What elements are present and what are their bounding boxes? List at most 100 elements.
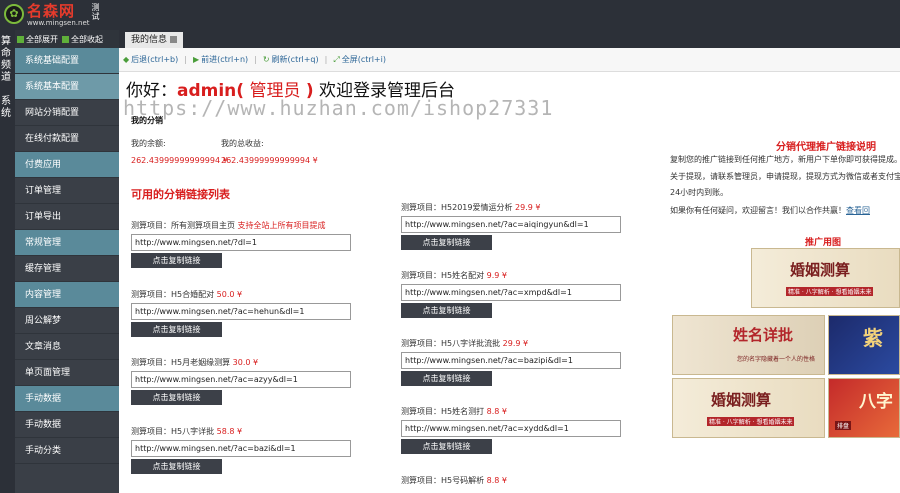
tab-bar: 我的信息 xyxy=(119,30,900,48)
channel-column: 算命频道 系统 xyxy=(0,30,15,493)
project-price: 8.8 ¥ xyxy=(486,476,508,485)
project-name: H5姓名配对 xyxy=(441,271,487,280)
sidebar-item-13[interactable]: 手动数据 xyxy=(15,386,119,412)
arrow-right-icon: ▶ xyxy=(192,55,200,64)
nav-toolbar: ◆ 后退(ctrl+b) | ▶ 前进(ctrl+n) | ↻ 刷新(ctrl+q) … xyxy=(119,48,900,72)
sidebar-item-4[interactable]: 付费应用 xyxy=(15,152,119,178)
project-label: 测算项目：H5号码解析 8.8 ¥ xyxy=(401,475,623,487)
project-item: 测算项目：H5姓名测打 8.8 ¥ http://www.mingsen.net/… xyxy=(401,406,623,454)
close-icon[interactable] xyxy=(170,36,178,43)
sidebar-item-3[interactable]: 在线付款配置 xyxy=(15,126,119,152)
sidebar-item-10[interactable]: 周公解梦 xyxy=(15,308,119,334)
sidebar-item-11[interactable]: 文章消息 xyxy=(15,334,119,360)
copy-link-button[interactable]: 点击复制链接 xyxy=(401,303,492,318)
project-label: 测算项目：H5姓名测打 8.8 ¥ xyxy=(401,406,623,418)
promo-line-1: 复制您的推广链接到任何推广地方，新用户下单你即可获得提成。 xyxy=(670,155,900,164)
balance-label: 我的余额: xyxy=(131,139,166,148)
tab-my-info[interactable]: 我的信息 xyxy=(125,32,184,48)
logo[interactable]: ✿ 名森网 www.mingsen.net 测试 xyxy=(4,3,102,29)
project-label: 测算项目：H5八字详批流批 29.9 ¥ xyxy=(401,338,623,350)
forward-button[interactable]: ▶ 前进(ctrl+n) xyxy=(193,54,248,65)
project-label: 测算项目：H52019爱情运分析 29.9 ¥ xyxy=(401,202,623,214)
project-url-field[interactable]: http://www.mingsen.net/?ac=xmpd&dl=1 xyxy=(401,284,621,301)
banner-1-title: 婚姻测算 xyxy=(790,261,851,279)
project-url-field[interactable]: http://www.mingsen.net/?ac=azyy&dl=1 xyxy=(131,371,351,388)
project-name: H5月老姻缘测算 xyxy=(171,358,233,367)
copy-link-button[interactable]: 点击复制链接 xyxy=(131,253,222,268)
banner-marriage-2[interactable]: 婚姻测算 精准 · 八字解析 · 想看婚姻未来 xyxy=(672,378,825,438)
project-label-prefix: 测算项目： xyxy=(131,221,171,230)
project-name: 所有测算项目主页 xyxy=(171,221,238,230)
project-label: 测算项目：H5月老姻缘测算 30.0 ¥ xyxy=(131,357,353,369)
channel-system[interactable]: 系统 xyxy=(1,96,14,120)
logo-text: 名森网 www.mingsen.net xyxy=(27,3,90,27)
project-item: 测算项目：H5月老姻缘测算 30.0 ¥ http://www.mingsen.n… xyxy=(131,357,353,405)
banner-name-analysis[interactable]: 姓名详批 您的名字隐藏着一个人的性格 xyxy=(672,315,825,375)
refresh-label: 刷新(ctrl+q) xyxy=(271,55,319,64)
banner-section-title: 推广用图 xyxy=(805,238,842,248)
refresh-button[interactable]: ↻ 刷新(ctrl+q) xyxy=(263,54,319,65)
copy-link-button[interactable]: 点击复制链接 xyxy=(131,390,222,405)
sidebar-item-5[interactable]: 订单管理 xyxy=(15,178,119,204)
project-price: 30.0 ¥ xyxy=(232,358,259,367)
project-url-field[interactable]: http://www.mingsen.net/?ac=hehun&dl=1 xyxy=(131,303,351,320)
copy-link-button[interactable]: 点击复制链接 xyxy=(131,322,222,337)
sidebar-item-12[interactable]: 单页面管理 xyxy=(15,360,119,386)
project-price: 29.9 ¥ xyxy=(515,203,541,212)
project-price: 29.9 ¥ xyxy=(502,339,529,348)
project-name: H5八字详批 xyxy=(171,427,217,436)
project-item: 测算项目：H5八字详批 58.8 ¥ http://www.mingsen.net… xyxy=(131,426,353,474)
project-label: 测算项目：H5八字详批 58.8 ¥ xyxy=(131,426,353,438)
sidebar-item-9[interactable]: 内容管理 xyxy=(15,282,119,308)
refresh-icon: ↻ xyxy=(262,55,270,64)
copy-link-button[interactable]: 点击复制链接 xyxy=(401,235,492,250)
sidebar-item-2[interactable]: 网站分销配置 xyxy=(15,100,119,126)
expand-all-label: 全部展开 xyxy=(26,34,58,44)
promo-line-4: 如果你有任何疑问，欢迎留言！我们以合作共赢！查看回 xyxy=(670,205,870,216)
banner-4-sub: 精准 · 八字解析 · 想看婚姻未来 xyxy=(707,417,795,426)
promo-line-3: 24小时内到账。 xyxy=(670,188,729,197)
sidebar-item-8[interactable]: 缓存管理 xyxy=(15,256,119,282)
copy-link-button[interactable]: 点击复制链接 xyxy=(131,459,222,474)
tab-label: 我的信息 xyxy=(131,35,168,45)
banner-bazi[interactable]: 八字 排盘 xyxy=(828,378,900,438)
project-url-field[interactable]: http://www.mingsen.net/?ac=aiqingyun&dl=… xyxy=(401,216,621,233)
banner-marriage-1[interactable]: 婚姻测算 精准 · 八字解析 · 想看婚姻未来 xyxy=(751,248,900,308)
project-url-field[interactable]: http://www.mingsen.net/?ac=bazipi&dl=1 xyxy=(401,352,621,369)
project-name: H52019爱情运分析 xyxy=(441,203,516,212)
project-url-field[interactable]: http://www.mingsen.net/?ac=bazi&dl=1 xyxy=(131,440,351,457)
sidebar-item-15[interactable]: 手动分类 xyxy=(15,438,119,464)
banner-zi[interactable]: 紫 xyxy=(828,315,900,375)
collapse-all-button[interactable]: 全部收起 xyxy=(62,34,103,45)
fullscreen-button[interactable]: ⤢ 全屏(ctrl+i) xyxy=(333,54,386,65)
project-label: 测算项目：H5姓名配对 9.9 ¥ xyxy=(401,270,623,282)
expand-all-button[interactable]: 全部展开 xyxy=(17,34,58,45)
promo-link[interactable]: 查看回 xyxy=(846,206,870,215)
copy-link-button[interactable]: 点击复制链接 xyxy=(401,439,492,454)
promo-title: 分销代理推广链接说明 xyxy=(776,142,876,153)
project-name: H5八字详批流批 xyxy=(441,339,503,348)
sidebar-item-14[interactable]: 手动数据 xyxy=(15,412,119,438)
project-url-field[interactable]: http://www.mingsen.net/?dl=1 xyxy=(131,234,351,251)
project-price: 58.8 ¥ xyxy=(216,427,243,436)
brand-tag: 测试 xyxy=(91,3,100,21)
project-url-field[interactable]: http://www.mingsen.net/?ac=xydd&dl=1 xyxy=(401,420,621,437)
channel-fortune[interactable]: 算命频道 xyxy=(1,36,14,84)
sidebar-item-7[interactable]: 常规管理 xyxy=(15,230,119,256)
project-label-prefix: 测算项目： xyxy=(131,358,171,367)
expand-icon xyxy=(17,35,24,43)
sidebar-item-6[interactable]: 订单导出 xyxy=(15,204,119,230)
project-item: 测算项目：H5八字详批流批 29.9 ¥ http://www.mingsen.n… xyxy=(401,338,623,386)
project-price: 9.9 ¥ xyxy=(486,271,508,280)
back-button[interactable]: ◆ 后退(ctrl+b) xyxy=(123,54,178,65)
brand-name: 名森网 xyxy=(27,2,76,20)
banner-1-sub: 精准 · 八字解析 · 想看婚姻未来 xyxy=(786,287,874,296)
main-content: 我的信息 ◆ 后退(ctrl+b) | ▶ 前进(ctrl+n) | ↻ 刷新(ctr… xyxy=(119,30,900,493)
project-label-prefix: 测算项目： xyxy=(131,290,171,299)
copy-link-button[interactable]: 点击复制链接 xyxy=(401,371,492,386)
brand-url: www.mingsen.net xyxy=(27,19,90,27)
project-label-prefix: 测算项目： xyxy=(401,339,441,348)
sidebar-item-1[interactable]: 系统基本配置 xyxy=(15,74,119,100)
watermark-text: https://www.huzhan.com/ishop27331 xyxy=(123,96,554,120)
sidebar-item-0[interactable]: 系统基础配置 xyxy=(15,48,119,74)
